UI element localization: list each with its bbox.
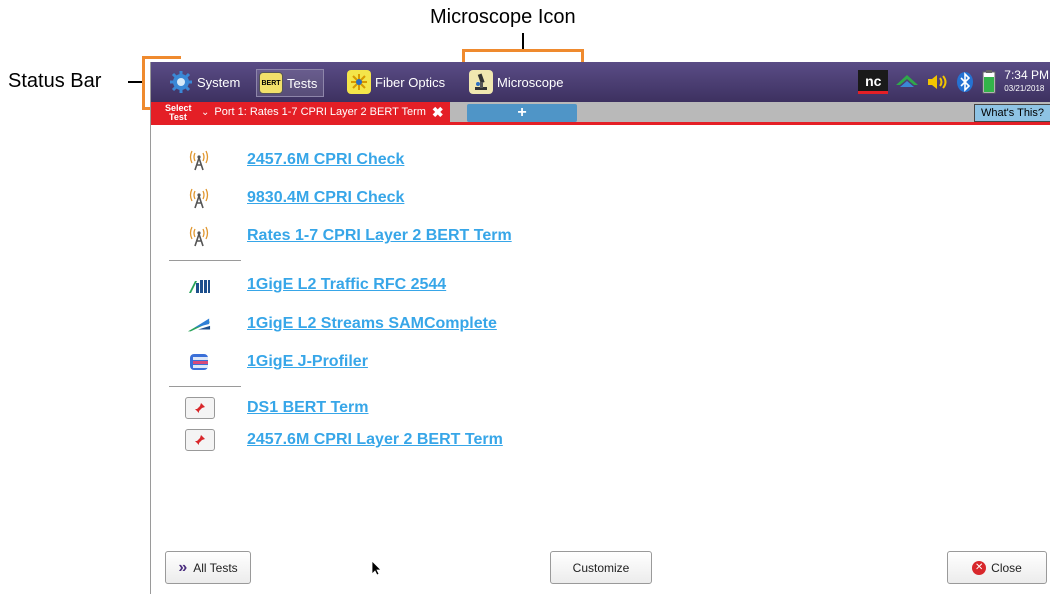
pin-icon <box>185 429 215 451</box>
all-tests-button[interactable]: » All Tests <box>165 551 251 584</box>
whats-this-button[interactable]: What's This? <box>973 104 1050 122</box>
profiler-icon <box>187 350 211 374</box>
customize-label: Customize <box>572 560 630 575</box>
volume-icon[interactable] <box>926 70 950 94</box>
system-label: System <box>197 74 241 90</box>
mouse-cursor-icon <box>371 560 383 581</box>
close-icon: ✕ <box>972 560 987 575</box>
annotation-microscope-icon: Microscope Icon <box>430 6 576 28</box>
microscope-button[interactable]: Microscope <box>469 69 563 95</box>
fiber-optics-label: Fiber Optics <box>375 74 446 90</box>
clock-date: 03/21/2018 <box>1004 84 1045 93</box>
all-tests-label: All Tests <box>193 560 238 575</box>
test-link[interactable]: 1GigE L2 Traffic RFC 2544 <box>247 276 446 294</box>
divider <box>169 386 241 387</box>
chevron-down-icon: ⌄ <box>201 106 210 118</box>
clock-time: 7:34 PM <box>1004 68 1049 82</box>
device-screen: System BERT Tests Fiber Optics Microscop… <box>150 62 1050 594</box>
annotation-connector <box>522 33 524 50</box>
tab-bar: Select Test ⌄ Port 1: Rates 1-7 CPRI Lay… <box>151 102 1050 125</box>
bert-icon: BERT <box>259 72 283 94</box>
antenna-icon <box>187 186 211 210</box>
test-link[interactable]: 2457.6M CPRI Layer 2 BERT Term <box>247 431 503 449</box>
test-link[interactable]: Rates 1-7 CPRI Layer 2 BERT Term <box>247 227 512 245</box>
test-link[interactable]: 1GigE L2 Streams SAMComplete <box>247 315 497 333</box>
network-icon[interactable] <box>894 70 920 94</box>
clock: 7:34 PM 03/21/2018 <box>1004 68 1050 94</box>
close-tab-icon[interactable]: ✖ <box>432 104 444 121</box>
double-chevron-right-icon: » <box>178 558 188 576</box>
tests-button[interactable]: BERT Tests <box>256 69 325 97</box>
gear-icon <box>169 70 193 94</box>
test-link[interactable]: 2457.6M CPRI Check <box>247 151 404 169</box>
microscope-label: Microscope <box>497 74 564 90</box>
test-link[interactable]: 9830.4M CPRI Check <box>247 189 404 207</box>
nc-icon[interactable]: nc <box>858 70 889 94</box>
divider <box>169 260 241 261</box>
antenna-icon <box>187 224 211 248</box>
close-label: Close <box>991 560 1022 575</box>
status-bar: System BERT Tests Fiber Optics Microscop… <box>151 62 1050 102</box>
pin-icon <box>185 397 215 419</box>
customize-button[interactable]: Customize <box>550 551 652 584</box>
annotation-status-bar: Status Bar <box>8 70 102 92</box>
microscope-icon <box>469 70 493 94</box>
antenna-icon <box>187 148 211 172</box>
tests-label: Tests <box>287 75 318 91</box>
add-tab-button[interactable]: + <box>467 104 577 122</box>
streams-icon <box>187 312 211 336</box>
system-button[interactable]: System <box>169 69 240 95</box>
bluetooth-icon[interactable] <box>956 70 974 94</box>
close-button[interactable]: ✕ Close <box>947 551 1047 584</box>
fiber-optics-icon <box>347 70 371 94</box>
tab-port-1[interactable]: ⌄ Port 1: Rates 1-7 CPRI Layer 2 BERT Te… <box>195 102 450 122</box>
bars-icon <box>187 273 211 297</box>
battery-icon <box>980 70 998 94</box>
test-link[interactable]: DS1 BERT Term <box>247 399 369 417</box>
fiber-optics-button[interactable]: Fiber Optics <box>347 69 445 95</box>
system-tray: nc 7:34 PM 03/21/2018 <box>858 68 1050 96</box>
test-link[interactable]: 1GigE J-Profiler <box>247 353 368 371</box>
port-tab-label: Port 1: Rates 1-7 CPRI Layer 2 BERT Term <box>214 106 426 118</box>
